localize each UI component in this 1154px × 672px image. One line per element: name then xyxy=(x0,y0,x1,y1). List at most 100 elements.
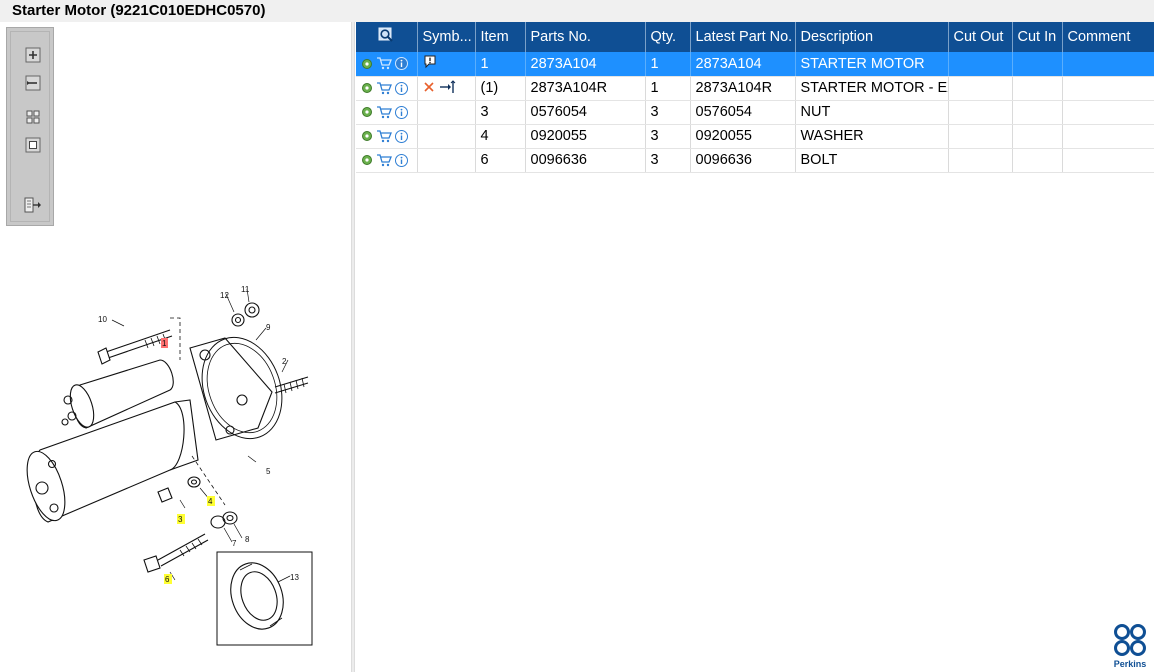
row-latest-part-no: 2873A104 xyxy=(690,52,796,77)
column-header-cut-in[interactable]: Cut In xyxy=(1012,22,1063,52)
gear-icon[interactable] xyxy=(361,154,373,166)
row-comment xyxy=(1062,76,1154,101)
column-header-actions[interactable] xyxy=(356,22,418,52)
callout-12: 12 xyxy=(220,291,229,300)
column-header-description[interactable]: Description xyxy=(795,22,949,52)
info-icon[interactable] xyxy=(395,81,408,95)
row-parts-no: 2873A104 xyxy=(525,52,646,77)
row-cut-out xyxy=(948,124,1013,149)
table-row[interactable]: (1) 2873A104R 1 2873A104R STARTER MOTOR … xyxy=(356,76,1154,101)
view-toolbar xyxy=(6,27,54,226)
row-item: 4 xyxy=(475,124,526,149)
export-icon xyxy=(24,197,41,213)
info-icon[interactable] xyxy=(395,105,408,119)
column-header-latest-part-no[interactable]: Latest Part No. xyxy=(690,22,796,52)
brand-logo: Perkins xyxy=(1110,623,1150,669)
row-item: 3 xyxy=(475,100,526,125)
gear-icon[interactable] xyxy=(361,130,373,142)
row-latest-part-no: 2873A104R xyxy=(690,76,796,101)
search-icon xyxy=(378,27,393,42)
row-comment xyxy=(1062,124,1154,149)
row-symbol xyxy=(417,148,476,173)
column-header-item[interactable]: Item xyxy=(475,22,526,52)
info-icon[interactable] xyxy=(395,129,408,143)
callout-6-highlighted[interactable]: 6 xyxy=(165,575,170,584)
callout-9: 9 xyxy=(266,323,271,332)
perkins-logo-icon xyxy=(1114,624,1146,656)
zoom-out-icon xyxy=(25,75,41,91)
zoom-out-button[interactable] xyxy=(24,74,42,92)
table-row[interactable]: 4 0920055 3 0920055 WASHER xyxy=(356,124,1154,149)
row-cut-in xyxy=(1012,100,1063,125)
row-description: STARTER MOTOR xyxy=(795,52,949,77)
row-cut-out xyxy=(948,76,1013,101)
fit-window-icon xyxy=(25,137,41,153)
row-latest-part-no: 0096636 xyxy=(690,148,796,173)
callout-3-highlighted[interactable]: 3 xyxy=(178,515,183,524)
fit-all-button[interactable] xyxy=(24,108,42,126)
cross-icon[interactable] xyxy=(423,81,435,93)
row-symbol xyxy=(417,100,476,125)
row-actions xyxy=(356,76,418,101)
row-cut-in xyxy=(1012,76,1063,101)
callout-2: 2 xyxy=(282,357,287,366)
row-cut-out xyxy=(948,148,1013,173)
row-cut-in xyxy=(1012,148,1063,173)
column-header-qty[interactable]: Qty. xyxy=(645,22,691,52)
table-row[interactable]: 3 0576054 3 0576054 NUT xyxy=(356,100,1154,125)
zoom-in-button[interactable] xyxy=(24,46,42,64)
column-header-parts-no[interactable]: Parts No. xyxy=(525,22,646,52)
column-header-cut-out[interactable]: Cut Out xyxy=(948,22,1013,52)
column-header-comment[interactable]: Comment xyxy=(1062,22,1154,52)
row-actions xyxy=(356,52,418,77)
exchange-icon[interactable] xyxy=(439,79,457,94)
row-parts-no: 2873A104R xyxy=(525,76,646,101)
pane-splitter[interactable] xyxy=(351,22,355,672)
table-row[interactable]: 1 2873A104 1 2873A104 STARTER MOTOR xyxy=(356,52,1154,77)
row-description: WASHER xyxy=(795,124,949,149)
table-row[interactable]: 6 0096636 3 0096636 BOLT xyxy=(356,148,1154,173)
row-parts-no: 0096636 xyxy=(525,148,646,173)
gear-icon[interactable] xyxy=(361,106,373,118)
parts-table: Symb... Item Parts No. Qty. Latest Part … xyxy=(356,22,1154,173)
callout-7: 7 xyxy=(232,539,237,548)
callout-13: 13 xyxy=(290,573,299,582)
row-cut-in xyxy=(1012,124,1063,149)
cart-icon[interactable] xyxy=(376,153,392,167)
row-cut-out xyxy=(948,52,1013,77)
row-comment xyxy=(1062,52,1154,77)
zoom-in-icon xyxy=(25,47,41,63)
note-icon[interactable] xyxy=(423,55,437,69)
row-description: STARTER MOTOR - EX xyxy=(795,76,949,101)
callout-4-highlighted[interactable]: 4 xyxy=(208,497,213,506)
callout-10: 10 xyxy=(98,315,107,324)
info-icon[interactable] xyxy=(395,57,408,71)
cart-icon[interactable] xyxy=(376,129,392,143)
export-button[interactable] xyxy=(24,196,42,214)
callout-5: 5 xyxy=(266,467,271,476)
row-item: 6 xyxy=(475,148,526,173)
cart-icon[interactable] xyxy=(376,105,392,119)
row-comment xyxy=(1062,100,1154,125)
gear-icon[interactable] xyxy=(361,82,373,94)
exploded-parts-drawing[interactable]: 10 12 11 9 2 5 7 8 13 1 3 4 6 xyxy=(20,260,320,650)
column-header-symbol[interactable]: Symb... xyxy=(417,22,476,52)
cart-icon[interactable] xyxy=(376,57,392,70)
row-actions xyxy=(356,124,418,149)
gear-icon[interactable] xyxy=(361,58,373,70)
table-header-row: Symb... Item Parts No. Qty. Latest Part … xyxy=(356,22,1154,52)
illustration-pane[interactable]: 10 12 11 9 2 5 7 8 13 1 3 4 6 xyxy=(0,22,352,672)
row-comment xyxy=(1062,148,1154,173)
row-item: (1) xyxy=(475,76,526,101)
row-qty: 1 xyxy=(645,52,691,77)
callout-11: 11 xyxy=(241,285,250,294)
row-latest-part-no: 0576054 xyxy=(690,100,796,125)
fit-window-button[interactable] xyxy=(24,136,42,154)
row-parts-no: 0576054 xyxy=(525,100,646,125)
cart-icon[interactable] xyxy=(376,81,392,95)
row-symbol xyxy=(417,76,476,101)
info-icon[interactable] xyxy=(395,153,408,167)
window-title: Starter Motor (9221C010EDHC0570) xyxy=(12,2,266,19)
callout-1-highlighted[interactable]: 1 xyxy=(162,339,167,348)
row-actions xyxy=(356,100,418,125)
